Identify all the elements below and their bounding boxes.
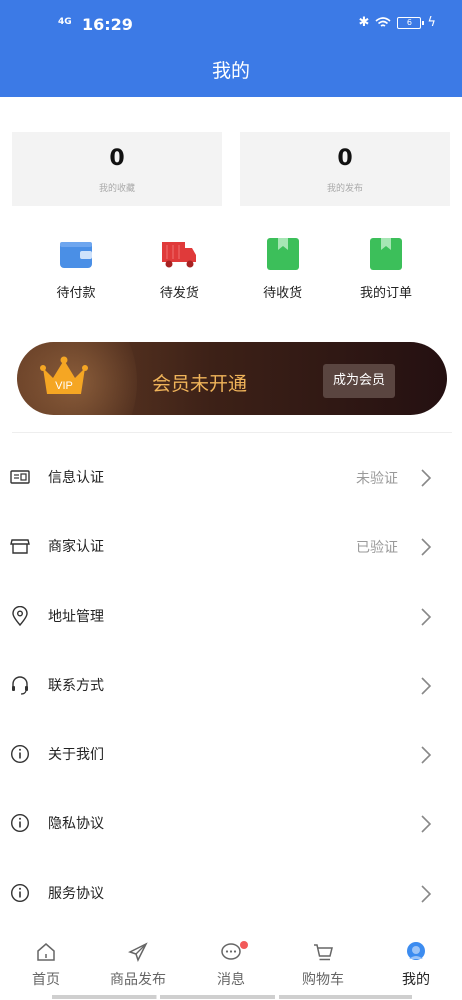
order-label: 待付款	[56, 286, 96, 301]
chevron-right-icon	[421, 608, 432, 626]
chevron-right-icon	[421, 746, 432, 764]
posts-count: 0	[337, 146, 353, 171]
menu-item-info-verification[interactable]: 信息认证 未验证	[0, 443, 462, 512]
tab-messages[interactable]: 消息	[185, 941, 277, 989]
network-indicator: 4G	[58, 17, 72, 27]
tab-home[interactable]: 首页	[0, 941, 92, 989]
chevron-right-icon	[421, 538, 432, 556]
tab-label: 商品发布	[110, 972, 166, 988]
order-shortcuts: 待付款 待发货 待收货 我的订单	[26, 236, 436, 306]
menu-label: 隐私协议	[48, 816, 104, 833]
menu-label: 地址管理	[48, 608, 104, 625]
bottom-tab-bar: 首页 商品发布 消息 购物车 我的	[0, 935, 462, 1000]
menu-item-merchant-verification[interactable]: 商家认证 已验证	[0, 512, 462, 581]
location-pin-icon	[12, 605, 28, 626]
vip-banner[interactable]: VIP 会员未开通 成为会员	[17, 342, 447, 415]
order-pending-receipt[interactable]: 待收货	[233, 236, 333, 306]
chevron-right-icon	[421, 885, 432, 903]
crown-icon: VIP	[40, 356, 88, 394]
menu-label: 商家认证	[48, 539, 104, 556]
posts-stat[interactable]: 0 我的发布	[240, 132, 450, 206]
menu-item-contact[interactable]: 联系方式	[0, 651, 462, 720]
menu-status: 已验证	[356, 540, 398, 557]
battery-icon: 6	[397, 16, 425, 29]
tab-label: 我的	[402, 972, 430, 988]
vip-badge-text: VIP	[55, 380, 73, 392]
tab-label: 首页	[32, 972, 60, 988]
status-icons: ✱ 6 ϟ	[359, 15, 436, 30]
stats-row: 0 我的收藏 0 我的发布	[12, 132, 452, 206]
truck-icon	[162, 242, 197, 268]
profile-icon	[407, 942, 425, 960]
tab-label: 消息	[217, 972, 245, 988]
menu-item-privacy-policy[interactable]: 隐私协议	[0, 789, 462, 858]
menu-label: 信息认证	[48, 470, 104, 486]
send-icon	[128, 942, 148, 962]
cart-icon	[314, 944, 333, 961]
favorites-stat[interactable]: 0 我的收藏	[12, 132, 222, 206]
status-time: 16:29	[82, 15, 133, 34]
status-bar: 4G 16:29 ✱ 6 ϟ	[0, 0, 462, 50]
bluetooth-icon: ✱	[358, 15, 370, 30]
app-header: 4G 16:29 ✱ 6 ϟ 我的	[0, 0, 462, 97]
menu-label: 联系方式	[48, 677, 104, 694]
headset-icon	[12, 676, 28, 695]
info-icon	[10, 814, 30, 833]
id-card-icon	[10, 470, 30, 484]
tab-cart[interactable]: 购物车	[277, 941, 369, 989]
become-member-button[interactable]: 成为会员	[323, 364, 395, 398]
order-book-icon	[369, 238, 402, 270]
order-pending-payment[interactable]: 待付款	[26, 236, 126, 306]
unread-badge	[240, 941, 248, 949]
chevron-right-icon	[421, 677, 432, 695]
message-icon	[221, 943, 241, 960]
charging-icon: ϟ	[427, 15, 436, 30]
menu-item-about-us[interactable]: 关于我们	[0, 720, 462, 789]
settings-menu: 信息认证 未验证 商家认证 已验证 地址管理 联系方式 关于我们 隐私协议 服务…	[0, 443, 462, 928]
tab-profile[interactable]: 我的	[370, 941, 462, 989]
posts-label: 我的发布	[326, 184, 363, 194]
page-title: 我的	[211, 60, 250, 82]
order-label: 待发货	[159, 286, 199, 301]
home-icon	[37, 943, 55, 961]
menu-status: 未验证	[356, 471, 398, 487]
favorites-count: 0	[109, 146, 125, 171]
wallet-icon	[60, 242, 92, 268]
divider	[12, 432, 452, 433]
menu-label: 关于我们	[48, 747, 104, 764]
tab-label: 购物车	[302, 972, 344, 988]
favorites-label: 我的收藏	[98, 184, 135, 194]
order-pending-shipment[interactable]: 待发货	[129, 236, 229, 306]
package-icon	[266, 238, 299, 270]
vip-status: 会员未开通	[152, 373, 248, 395]
chevron-right-icon	[421, 815, 432, 834]
menu-item-address-management[interactable]: 地址管理	[0, 582, 462, 651]
wifi-icon	[375, 16, 391, 27]
menu-label: 服务协议	[48, 885, 104, 902]
info-icon	[10, 745, 30, 764]
menu-item-service-agreement[interactable]: 服务协议	[0, 859, 462, 928]
my-orders[interactable]: 我的订单	[336, 236, 436, 306]
gesture-bar	[52, 995, 412, 999]
storefront-icon	[10, 539, 30, 554]
order-label: 待收货	[263, 286, 303, 301]
order-label: 我的订单	[359, 286, 412, 301]
tab-publish[interactable]: 商品发布	[92, 941, 184, 989]
info-icon	[10, 883, 30, 902]
chevron-right-icon	[421, 469, 432, 487]
